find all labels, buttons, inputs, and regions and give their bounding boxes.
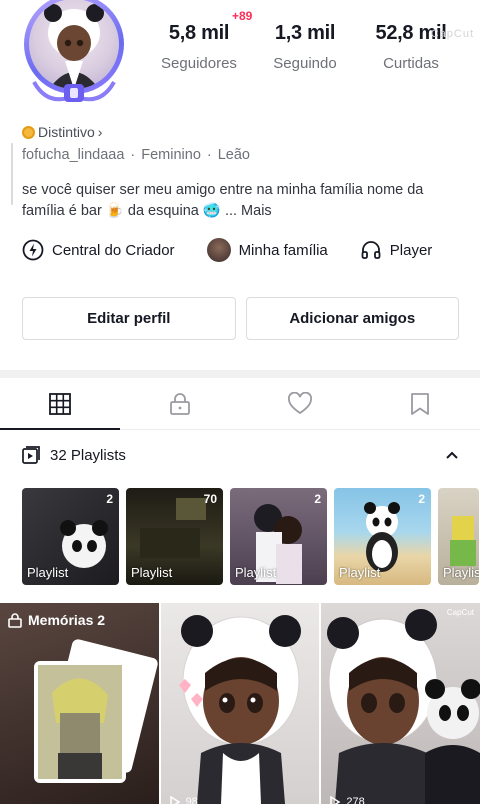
chevron-up-icon[interactable] <box>444 447 460 463</box>
bio-scroll-indicator <box>11 143 13 205</box>
playlists-header[interactable]: 32 Playlists <box>22 446 460 464</box>
edit-profile-button[interactable]: Editar perfil <box>22 297 236 340</box>
lock-icon <box>8 612 22 628</box>
player-link[interactable]: Player <box>360 239 433 261</box>
playlist-count: 2 <box>418 492 425 506</box>
my-family-link[interactable]: Minha família <box>206 238 328 262</box>
play-icon <box>169 796 181 804</box>
meta-separator: · <box>130 147 136 163</box>
playlist-label: Playlist <box>235 565 277 580</box>
playlist-card[interactable]: 2 Playlist <box>334 488 431 585</box>
followers-new-badge: +89 <box>232 9 253 23</box>
panda-duo-thumbnail <box>327 609 480 804</box>
following-stat[interactable]: 1,3 mil Seguindo <box>252 22 358 72</box>
playlist-label: Playlis <box>443 565 479 580</box>
bio-more-link[interactable]: Mais <box>241 203 272 219</box>
headphones-icon <box>361 241 381 259</box>
followers-count: 5,8 mil <box>168 22 230 44</box>
profile-links: Central do Criador Minha família Player <box>22 238 432 262</box>
tab-private[interactable] <box>120 378 240 429</box>
badge-label: Distintivo <box>38 124 95 140</box>
playlist-card[interactable]: 70 Playlist <box>126 488 223 585</box>
avatar-frame-decoration-icon <box>32 80 116 102</box>
tab-favorites[interactable] <box>360 378 480 429</box>
views-count: 278 <box>346 796 365 804</box>
playlist-label: Playlist <box>27 565 69 580</box>
views-count: 98 <box>185 796 198 804</box>
creator-center-link[interactable]: Central do Criador <box>22 239 175 261</box>
badge-link[interactable]: Distintivo › <box>22 124 102 140</box>
likes-label: Curtidas <box>383 55 439 72</box>
family-avatar <box>206 238 231 262</box>
video-title: Memórias 2 <box>8 612 105 628</box>
video-grid: Memórias 2 98 CapCut 278 <box>0 603 480 804</box>
gender: Feminino <box>141 147 201 163</box>
memories-thumbnail <box>34 639 158 783</box>
video-title-text: Memórias 2 <box>28 612 106 628</box>
playlist-card[interactable]: 2 Playlist <box>230 488 327 585</box>
profile-avatar[interactable] <box>12 0 128 104</box>
creator-center-label: Central do Criador <box>52 241 175 259</box>
play-icon <box>330 796 341 804</box>
following-count: 1,3 mil <box>274 22 336 44</box>
playlists-count: 32 Playlists <box>50 446 126 464</box>
bookmark-icon <box>411 392 429 415</box>
chevron-right-icon: › <box>97 124 103 140</box>
section-divider <box>0 370 480 378</box>
video-tile[interactable]: CapCut 278 <box>321 603 480 804</box>
playlist-count: 70 <box>203 492 217 506</box>
video-views: 98 <box>169 796 198 804</box>
lightning-icon <box>22 239 44 261</box>
playlist-count: 2 <box>314 492 321 506</box>
heart-icon <box>288 391 312 414</box>
badge-coin-icon <box>22 125 35 139</box>
profile-meta: fofucha_lindaaa · Feminino · Leão <box>22 147 250 163</box>
playlist-card[interactable]: Playlis <box>438 488 479 585</box>
meta-separator: · <box>206 147 212 163</box>
my-family-label: Minha família <box>238 241 328 259</box>
video-views: 278 <box>329 796 365 804</box>
profile-bio: se você quiser ser meu amigo entre na mi… <box>22 180 462 222</box>
tab-videos[interactable] <box>0 378 120 430</box>
profile-actions: Editar perfil Adicionar amigos <box>22 297 459 340</box>
grid-icon <box>49 392 71 415</box>
video-tile[interactable]: 98 <box>160 603 320 804</box>
followers-label: Seguidores <box>161 55 237 72</box>
content-tabs <box>0 378 480 430</box>
player-label: Player <box>389 241 433 259</box>
followers-stat[interactable]: 5,8 mil Seguidores <box>146 22 252 72</box>
zodiac-sign: Leão <box>217 147 250 163</box>
capcut-watermark: CapCut <box>446 608 475 617</box>
lock-icon <box>170 392 190 415</box>
playlist-label: Playlist <box>131 565 173 580</box>
add-friends-button[interactable]: Adicionar amigos <box>245 297 459 340</box>
playlists-row: 2 Playlist 70 Playlist 2 Playlist 2 Play… <box>22 488 479 585</box>
playlist-icon <box>22 446 40 464</box>
playlist-label: Playlist <box>339 565 381 580</box>
video-tile[interactable]: Memórias 2 <box>0 603 159 804</box>
panda-girl-thumbnail <box>178 615 301 804</box>
playlist-count: 2 <box>106 492 113 506</box>
username: fofucha_lindaaa <box>22 147 125 163</box>
following-label: Seguindo <box>273 55 337 72</box>
playlist-card[interactable]: 2 Playlist <box>22 488 119 585</box>
tab-liked[interactable] <box>240 378 360 429</box>
bio-text: se você quiser ser meu amigo entre na mi… <box>22 182 424 219</box>
capcut-watermark: CapCut <box>430 28 474 40</box>
